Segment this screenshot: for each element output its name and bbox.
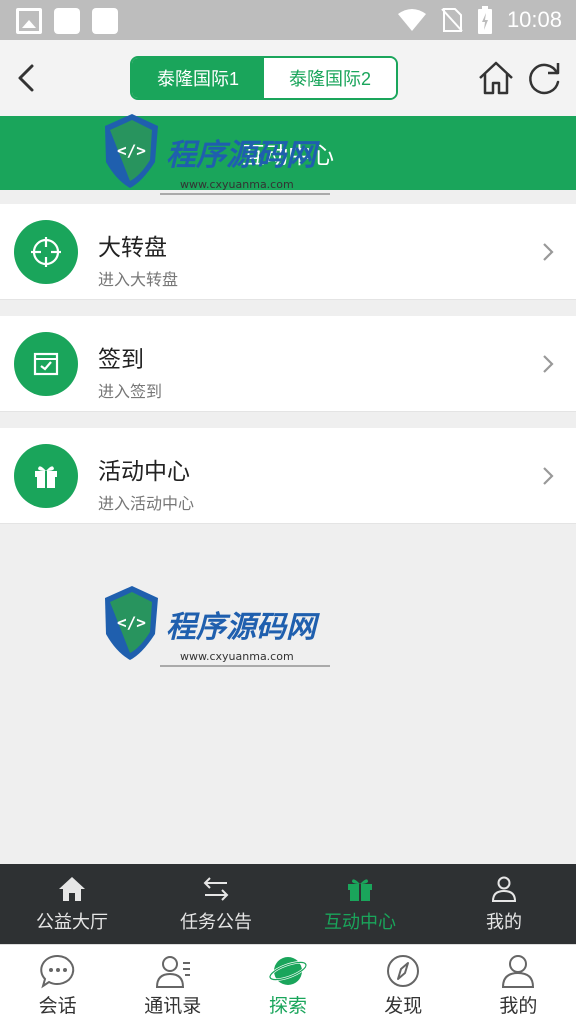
tab-label: 互动中心 [324, 912, 396, 932]
refresh-icon[interactable] [524, 58, 564, 98]
tab-label: 我的 [486, 912, 522, 932]
list-item-checkin[interactable]: 签到 进入签到 [0, 316, 576, 412]
tab-discover[interactable]: 发现 [346, 945, 461, 1024]
compass-icon [387, 955, 420, 987]
tab-label: 发现 [384, 996, 423, 1017]
list-item-subtitle: 进入签到 [98, 384, 163, 401]
chevron-right-icon [543, 243, 554, 261]
image-notification-icon [16, 8, 42, 34]
calendar-check-icon [14, 332, 78, 396]
list-item-title: 活动中心 [98, 458, 190, 484]
watermark-url: www.cxyuanma.com [180, 178, 294, 191]
tab-label: 会话 [38, 996, 77, 1017]
svg-text:</>: </> [117, 613, 146, 632]
tab-mine[interactable]: 我的 [432, 864, 576, 944]
chevron-right-icon [543, 355, 554, 373]
segment-tab-2[interactable]: 泰隆国际2 [264, 58, 396, 98]
tab-label: 公益大厅 [36, 912, 108, 932]
watermark-text: 程序源码网 [166, 138, 320, 173]
list-item-title: 签到 [98, 346, 144, 372]
segment-control: 泰隆国际1 泰隆国际2 [130, 56, 398, 100]
status-bar: 10:08 [0, 0, 576, 40]
segment-tab-1[interactable]: 泰隆国际1 [132, 58, 264, 98]
tab-explore[interactable]: 探索 [230, 945, 345, 1024]
app-notification-icon-2 [92, 8, 118, 34]
list-item-activity[interactable]: 活动中心 进入活动中心 [0, 428, 576, 524]
home-icon [59, 877, 85, 901]
list-item-title: 大转盘 [98, 234, 167, 260]
status-indicators: 10:08 [397, 6, 562, 34]
module-tab-bar: 公益大厅 任务公告 互动中心 我的 [0, 864, 576, 944]
contacts-icon [155, 956, 190, 988]
tab-interactive-center[interactable]: 互动中心 [288, 864, 432, 944]
gift-icon [348, 879, 372, 901]
tab-public-hall[interactable]: 公益大厅 [0, 864, 144, 944]
app-notification-icon [54, 8, 80, 34]
watermark-logo-2: </> 程序源码网 www.cxyuanma.com [105, 586, 330, 667]
watermark-logo: </> 程序源码网 www.cxyuanma.com [105, 114, 330, 195]
target-icon [14, 220, 78, 284]
clock: 10:08 [506, 7, 562, 32]
planet-icon [268, 957, 308, 985]
back-icon[interactable] [10, 60, 46, 96]
list-item-subtitle: 进入活动中心 [98, 496, 195, 513]
chevron-right-icon [543, 467, 554, 485]
battery-icon [477, 6, 492, 34]
swap-icon [203, 877, 229, 901]
tab-label: 我的 [499, 996, 538, 1017]
tab-label: 探索 [269, 996, 308, 1017]
user-icon [502, 955, 535, 988]
tab-contacts[interactable]: 通讯录 [115, 945, 230, 1024]
list-item-subtitle: 进入大转盘 [98, 272, 179, 289]
top-nav-bar: 泰隆国际1 泰隆国际2 [0, 40, 576, 116]
tab-me[interactable]: 我的 [461, 945, 576, 1024]
watermark-url: www.cxyuanma.com [180, 650, 294, 663]
tab-label: 通讯录 [144, 996, 202, 1017]
home-icon[interactable] [476, 58, 516, 98]
gift-icon [14, 444, 78, 508]
svg-text:</>: </> [117, 141, 146, 160]
user-icon [491, 876, 517, 902]
tab-label: 任务公告 [180, 912, 252, 932]
no-sim-icon [441, 8, 463, 32]
chat-icon [39, 954, 74, 989]
tab-task-notice[interactable]: 任务公告 [144, 864, 288, 944]
watermark-text: 程序源码网 [166, 610, 320, 645]
tab-chat[interactable]: 会话 [0, 945, 115, 1024]
wifi-icon [397, 9, 426, 31]
main-tab-bar: 会话 通讯录 探索 发现 我的 [0, 944, 576, 1024]
